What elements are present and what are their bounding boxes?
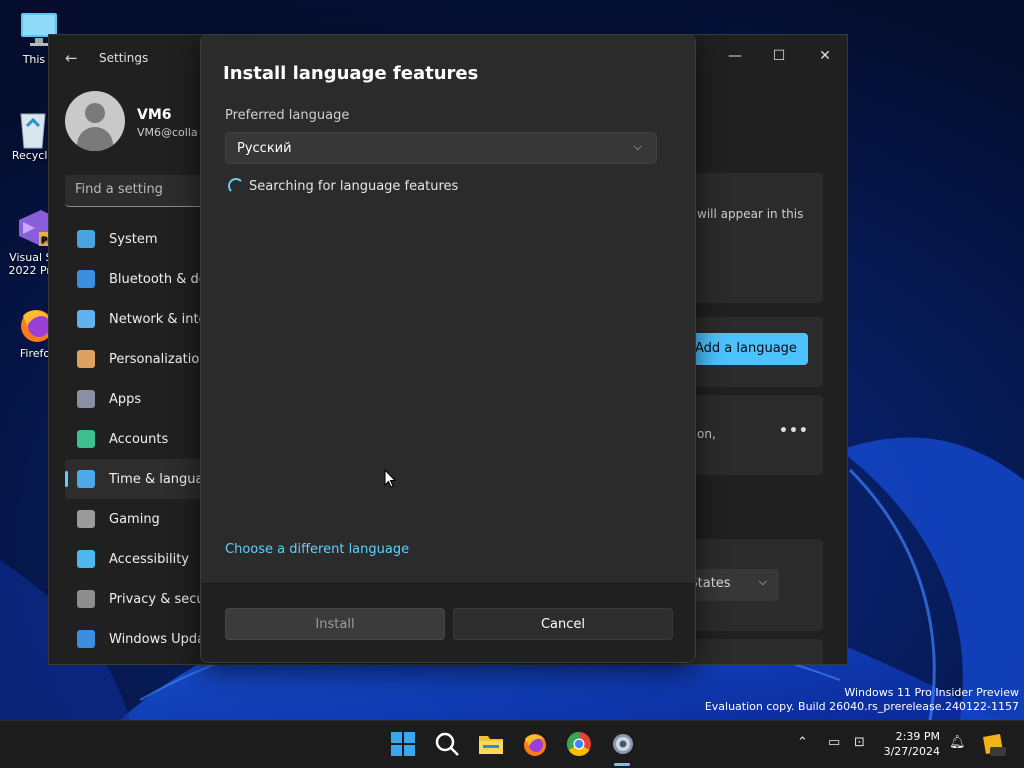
close-button[interactable]: ✕ <box>805 41 845 71</box>
taskbar-clock[interactable]: 2:39 PM 3/27/2024 <box>880 729 940 759</box>
person-body-icon <box>77 127 113 151</box>
sidebar-item-label: Time & langua <box>109 471 204 487</box>
sidebar-item-label: Windows Upda <box>109 631 206 647</box>
selected-language: Русский <box>237 141 292 156</box>
accessibility-icon <box>77 550 95 568</box>
sidebar-item-label: System <box>109 231 158 247</box>
sidebar-item-label: Gaming <box>109 511 160 527</box>
wifi-icon <box>77 310 95 328</box>
bluetooth-icon <box>77 270 95 288</box>
sidebar-item-label: Accessibility <box>109 551 189 567</box>
back-arrow-icon[interactable]: ← <box>65 49 78 67</box>
dialog-footer: Install Cancel <box>201 583 695 662</box>
maximize-button[interactable]: ☐ <box>759 41 799 71</box>
update-icon <box>77 630 95 648</box>
choose-different-language-link[interactable]: Choose a different language <box>225 542 409 557</box>
system-icon <box>77 230 95 248</box>
sidebar-item-label: Personalization <box>109 351 208 367</box>
language-row-text: on, <box>697 427 716 441</box>
user-email: VM6@colla <box>137 126 198 139</box>
chrome-icon[interactable] <box>566 731 592 757</box>
settings-gear-icon[interactable] <box>610 731 636 757</box>
network-icon[interactable]: ⊡ <box>854 735 865 750</box>
taskbar: ⌃ ▭ ⊡ 2:39 PM 3/27/2024 🔔︎ <box>0 720 1024 768</box>
watermark-line-1: Windows 11 Pro Insider Preview <box>844 686 1019 699</box>
shield-icon <box>77 590 95 608</box>
person-icon <box>77 430 95 448</box>
search-placeholder: Find a setting <box>75 182 163 197</box>
start-windows-icon[interactable] <box>390 731 416 757</box>
sidebar-item-label: Privacy & secu <box>109 591 205 607</box>
status-text: Searching for language features <box>249 179 459 194</box>
evaluation-watermark: Windows 11 Pro Insider Preview Evaluatio… <box>705 686 1019 714</box>
preferred-language-dropdown[interactable]: Русский ⌵ <box>225 132 657 164</box>
user-name: VM6 <box>137 107 172 123</box>
notification-bell-icon[interactable]: 🔔︎ <box>949 735 966 750</box>
active-app-indicator <box>614 763 630 766</box>
search-icon[interactable] <box>434 731 460 757</box>
sidebar-item-label: Apps <box>109 391 142 407</box>
mouse-cursor-icon <box>384 468 397 492</box>
chevron-down-icon: ⌵ <box>633 140 642 153</box>
clock-time: 2:39 PM <box>895 730 940 743</box>
avatar[interactable] <box>65 91 125 151</box>
chevron-down-icon: ⌵ <box>758 575 767 588</box>
sidebar-item-label: Network & inte <box>109 311 207 327</box>
more-options-icon[interactable]: ••• <box>779 423 809 439</box>
chevron-up-icon[interactable]: ⌃ <box>797 735 808 750</box>
preferred-language-label: Preferred language <box>225 108 350 123</box>
firefox-icon[interactable] <box>522 731 548 757</box>
info-card-text: will appear in this <box>697 207 804 221</box>
clock-date: 3/27/2024 <box>883 745 940 758</box>
sidebar-item-label: Bluetooth & de <box>109 271 207 287</box>
desktop-icon-label: Firefo <box>19 347 51 360</box>
display-icon[interactable]: ▭ <box>828 735 840 750</box>
loading-spinner-icon <box>228 178 244 194</box>
globe-clock-icon <box>77 470 95 488</box>
visual-studio-icon: PR <box>13 208 55 248</box>
gamepad-icon <box>77 510 95 528</box>
apps-icon <box>77 390 95 408</box>
minimize-button[interactable]: — <box>715 41 755 71</box>
window-title: Settings <box>99 51 149 65</box>
insider-preview-icon[interactable] <box>980 733 1006 759</box>
sidebar-item-label: Accounts <box>109 431 169 447</box>
install-language-dialog: Install language features Preferred lang… <box>200 34 696 663</box>
file-explorer-icon[interactable] <box>478 731 504 757</box>
install-button[interactable]: Install <box>225 608 445 640</box>
add-language-button[interactable]: Add a language <box>689 333 808 365</box>
cancel-button[interactable]: Cancel <box>453 608 673 640</box>
brush-icon <box>77 350 95 368</box>
person-head-icon <box>85 103 105 123</box>
watermark-line-2: Evaluation copy. Build 26040.rs_prerelea… <box>704 700 1019 713</box>
recycle-bin-icon <box>13 106 53 149</box>
dialog-title: Install language features <box>223 63 479 84</box>
